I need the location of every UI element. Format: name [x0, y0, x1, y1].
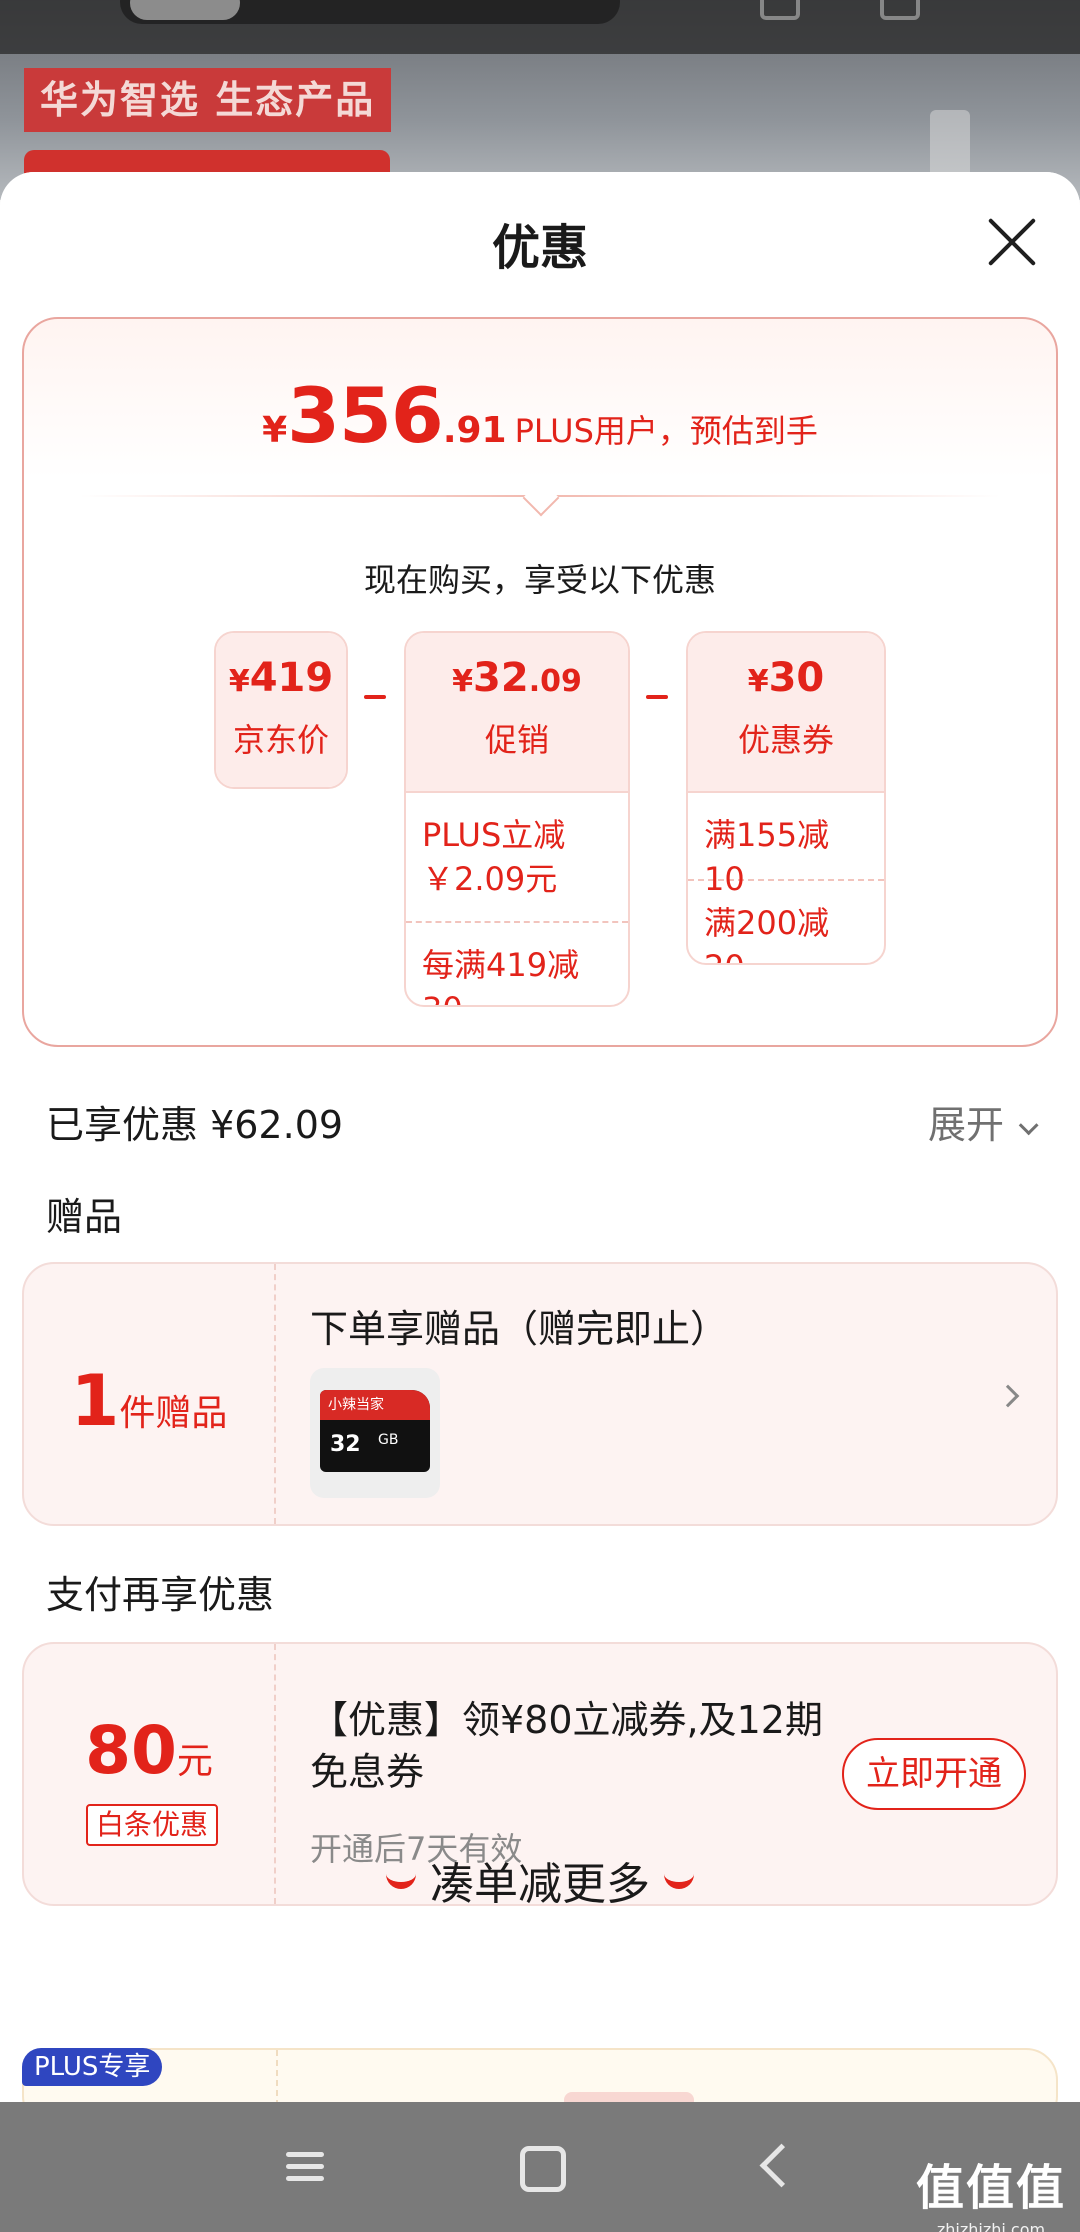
estimate-label: PLUS用户，预估到手 — [514, 412, 818, 450]
background-tab-pill — [130, 0, 240, 20]
sd-card-class: GB — [378, 1432, 399, 1448]
gift-count-column: 1件赠品 — [24, 1264, 276, 1524]
close-icon[interactable] — [984, 214, 1040, 270]
home-icon[interactable] — [506, 2132, 576, 2202]
gift-product-thumbnail[interactable]: 小辣当家 32 GB — [310, 1368, 440, 1498]
coupon-head: ¥30 优惠券 — [688, 633, 884, 791]
sheet-header: 优惠 — [0, 172, 1080, 312]
promo-amount-int: 32 — [473, 655, 529, 701]
background-decoration — [930, 110, 970, 180]
jd-price-label: 京东价 — [232, 721, 329, 759]
watermark: 值值值 zhizhizhi.com — [916, 2148, 1066, 2232]
promo-amount-dec: .09 — [528, 664, 582, 699]
enjoyed-discount-total: 已享优惠 ¥62.09 — [46, 1103, 344, 1147]
price-breakdown-card: ¥356.91 PLUS用户，预估到手 现在购买，享受以下优惠 ¥419 京东价 … — [22, 317, 1058, 1047]
background-icon — [760, 0, 800, 20]
minus-icon — [646, 695, 668, 699]
open-now-button[interactable]: 立即开通 — [842, 1738, 1026, 1810]
recent-apps-icon[interactable] — [272, 2132, 342, 2202]
chevron-right-icon — [996, 1384, 1020, 1408]
gift-section-title: 赠品 — [46, 1195, 123, 1239]
jd-price-amount: 419 — [249, 655, 334, 701]
addon-section-title: 凑单减更多 — [0, 1848, 1080, 1912]
gift-count-unit: 件赠品 — [119, 1393, 228, 1434]
payment-section-title: 支付再享优惠 — [46, 1573, 275, 1617]
watermark-url: zhizhizhi.com — [936, 2220, 1046, 2232]
gift-count: 1件赠品 — [24, 1360, 274, 1442]
minus-icon — [364, 695, 386, 699]
sd-card-image: 小辣当家 32 GB — [320, 1390, 430, 1472]
coupon-label: 优惠券 — [737, 721, 834, 759]
plus-exclusive-badge: PLUS专享 — [22, 2048, 163, 2086]
jd-price-head: ¥419 京东价 — [216, 633, 346, 787]
watermark-logo: 值值值 — [915, 2160, 1066, 2216]
payment-amount-number: 80 — [85, 1712, 177, 1789]
jd-price-box: ¥419 京东价 — [214, 631, 348, 789]
payment-amount: 80元 — [24, 1712, 274, 1789]
expand-label: 展开 — [927, 1103, 1004, 1147]
payment-offer-title: 【优惠】领¥80立减券,及12期免息券 — [310, 1698, 823, 1794]
coupon-amount: 30 — [768, 655, 825, 701]
yen-symbol: ¥ — [228, 664, 250, 699]
background-banner: 华为智选 生态产品 — [24, 68, 392, 132]
baitiao-tag: 白条优惠 — [86, 1804, 219, 1846]
price-integer: 356 — [287, 371, 444, 460]
gift-card[interactable]: 1件赠品 下单享赠品（赠完即止） 小辣当家 32 GB — [22, 1262, 1058, 1526]
back-icon[interactable] — [740, 2132, 810, 2202]
payment-amount-unit: 元 — [176, 1741, 213, 1782]
promo-box: ¥32.09 促销 PLUS立减 ￥2.09元 每满419减30 — [404, 631, 630, 1007]
yen-symbol: ¥ — [452, 664, 474, 699]
promo-detail-full-reduction: 每满419减30 — [406, 921, 628, 1005]
expand-button[interactable]: 展开 — [927, 1094, 1039, 1149]
promo-detail-plus: PLUS立减 ￥2.09元 — [406, 791, 628, 921]
background-top-bar — [0, 0, 1080, 54]
smile-icon — [386, 1873, 416, 1889]
sd-card-capacity: 32 — [330, 1432, 361, 1457]
gift-title: 下单享赠品（赠完即止） — [310, 1307, 729, 1351]
divider-notch — [522, 479, 560, 517]
estimated-price: ¥356.91 PLUS用户，预估到手 — [24, 371, 1056, 460]
coupon-box: ¥30 优惠券 满155减10 满200减20 — [686, 631, 886, 965]
sd-card-brand: 小辣当家 — [328, 1397, 384, 1413]
breakdown-subtitle: 现在购买，享受以下优惠 — [363, 561, 716, 599]
smile-icon — [664, 1873, 694, 1889]
promo-label: 促销 — [484, 721, 549, 759]
addon-title-text: 凑单减更多 — [430, 1859, 650, 1910]
promo-head: ¥32.09 促销 — [406, 633, 628, 791]
coupon-detail-1: 满155减10 — [688, 791, 884, 898]
currency-symbol: ¥ — [262, 410, 288, 451]
gift-count-number: 1 — [70, 1360, 120, 1442]
yen-symbol: ¥ — [747, 664, 769, 699]
sheet-title: 优惠 — [491, 220, 588, 276]
background-icon — [880, 0, 920, 20]
price-decimal: .91 — [442, 410, 507, 451]
